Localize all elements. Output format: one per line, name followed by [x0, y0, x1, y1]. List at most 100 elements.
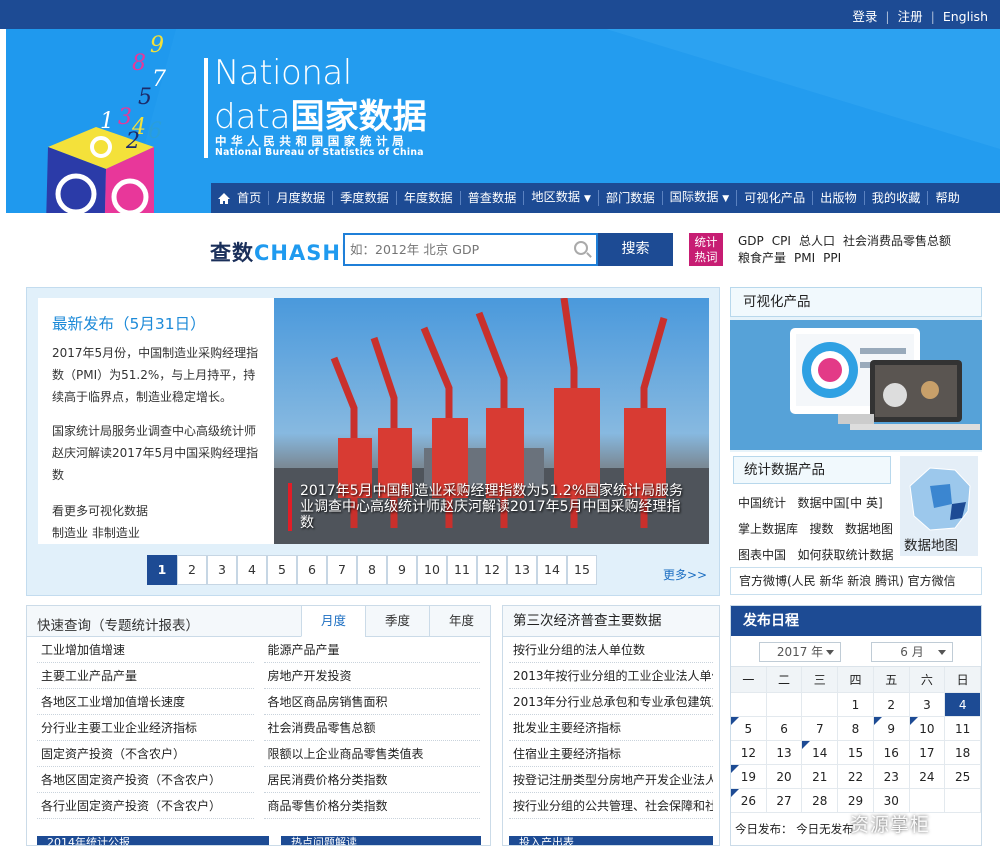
- year-select[interactable]: 2017 年: [759, 642, 841, 662]
- list-item[interactable]: 2013年分行业总承包和专业承包建筑业: [509, 689, 713, 715]
- list-item[interactable]: 固定资产投资（不含农户）: [37, 741, 254, 767]
- tab-quarterly[interactable]: 季度: [365, 606, 429, 637]
- calendar-day[interactable]: 23: [873, 765, 910, 789]
- page-button[interactable]: 5: [267, 555, 297, 585]
- calendar-day[interactable]: 21: [802, 765, 839, 789]
- search-button[interactable]: 搜索: [598, 233, 673, 266]
- list-item[interactable]: 各地区固定资产投资（不含农户）: [37, 767, 254, 793]
- stats-link[interactable]: 中国统计: [738, 496, 786, 510]
- list-item[interactable]: 按登记注册类型分房地产开发企业法人: [509, 767, 713, 793]
- list-item[interactable]: 商品零售价格分类指数: [263, 793, 480, 819]
- register-link[interactable]: 注册: [890, 6, 931, 25]
- photo-caption[interactable]: 2017年5月中国制造业采购经理指数为51.2%国家统计局服务业调查中心高级统计…: [288, 483, 688, 531]
- stats-title[interactable]: 统计数据产品: [733, 456, 891, 484]
- nav-favorites[interactable]: 我的收藏: [865, 191, 929, 205]
- viz-title[interactable]: 可视化产品: [730, 287, 982, 317]
- industry-links[interactable]: 制造业 非制造业: [52, 522, 260, 544]
- calendar-day-today[interactable]: 4: [945, 693, 981, 717]
- official-weibo[interactable]: 官方微博(人民 新华 新浪 腾讯) 官方微信: [730, 567, 982, 595]
- hot-word[interactable]: PMI: [794, 251, 815, 265]
- data-map-thumbnail[interactable]: 数据地图: [900, 456, 978, 556]
- more-link[interactable]: 更多>>: [663, 566, 707, 583]
- list-item[interactable]: 能源产品产量: [263, 637, 480, 663]
- stats-link[interactable]: 搜数: [809, 522, 833, 536]
- page-button[interactable]: 12: [477, 555, 507, 585]
- tab-annual[interactable]: 年度: [429, 606, 490, 637]
- nav-quarterly[interactable]: 季度数据: [333, 191, 397, 205]
- stats-link[interactable]: 掌上数据库: [738, 522, 798, 536]
- list-item[interactable]: 社会消费品零售总额: [263, 715, 480, 741]
- english-link[interactable]: English: [935, 9, 996, 24]
- search-input[interactable]: [345, 235, 565, 264]
- input-output-header[interactable]: 投入产出表: [509, 836, 713, 845]
- calendar-day[interactable]: 26: [731, 789, 767, 813]
- calendar-day[interactable]: 20: [766, 765, 803, 789]
- nav-regional[interactable]: 地区数据 ▼: [524, 190, 599, 206]
- calendar-day[interactable]: 9: [873, 717, 910, 741]
- nav-monthly[interactable]: 月度数据: [269, 191, 334, 205]
- calendar-day[interactable]: 25: [945, 765, 981, 789]
- hot-topics-header[interactable]: 热点问题解读: [281, 836, 481, 845]
- nav-visualization[interactable]: 可视化产品: [737, 191, 814, 205]
- stats-link[interactable]: 如何获取统计数据: [797, 548, 893, 562]
- nav-annual[interactable]: 年度数据: [397, 191, 461, 205]
- calendar-day[interactable]: 15: [838, 741, 874, 765]
- nav-census[interactable]: 普查数据: [461, 191, 525, 205]
- page-button[interactable]: 1: [147, 555, 177, 585]
- calendar-day[interactable]: 14: [802, 741, 839, 765]
- calendar-day[interactable]: 3: [909, 693, 946, 717]
- list-item[interactable]: 按行业分组的公共管理、社会保障和社: [509, 793, 713, 819]
- list-item[interactable]: 按行业分组的法人单位数: [509, 637, 713, 663]
- list-item[interactable]: 批发业主要经济指标: [509, 715, 713, 741]
- page-button[interactable]: 10: [417, 555, 447, 585]
- page-button[interactable]: 15: [567, 555, 597, 585]
- calendar-day[interactable]: 12: [731, 741, 767, 765]
- nav-international[interactable]: 国际数据 ▼: [663, 190, 738, 206]
- hot-word[interactable]: CPI: [772, 234, 791, 248]
- calendar-day[interactable]: 8: [838, 717, 874, 741]
- viz-devices-image[interactable]: [730, 320, 982, 450]
- calendar-day[interactable]: 7: [802, 717, 839, 741]
- port-cranes-photo[interactable]: 2017年5月中国制造业采购经理指数为51.2%国家统计局服务业调查中心高级统计…: [274, 298, 709, 544]
- nav-department[interactable]: 部门数据: [599, 191, 663, 205]
- list-item[interactable]: 限额以上企业商品零售类值表: [263, 741, 480, 767]
- stats-link[interactable]: 数据地图: [845, 522, 893, 536]
- tab-monthly[interactable]: 月度: [301, 606, 365, 637]
- list-item[interactable]: 主要工业产品产量: [37, 663, 254, 689]
- calendar-day[interactable]: 19: [731, 765, 767, 789]
- page-button[interactable]: 8: [357, 555, 387, 585]
- list-item[interactable]: 各行业固定资产投资（不含农户）: [37, 793, 254, 819]
- page-button[interactable]: 7: [327, 555, 357, 585]
- news-interpretation[interactable]: 国家统计局服务业调查中心高级统计师赵庆河解读2017年5月中国采购经理指数: [52, 420, 260, 486]
- page-button[interactable]: 9: [387, 555, 417, 585]
- calendar-day[interactable]: 5: [731, 717, 767, 741]
- list-item[interactable]: 房地产开发投资: [263, 663, 480, 689]
- list-item[interactable]: 工业增加值增速: [37, 637, 254, 663]
- list-item[interactable]: 2013年按行业分组的工业企业法人单位: [509, 663, 713, 689]
- calendar-day[interactable]: 1: [838, 693, 874, 717]
- page-button[interactable]: 13: [507, 555, 537, 585]
- list-item[interactable]: 各地区工业增加值增长速度: [37, 689, 254, 715]
- calendar-day[interactable]: 6: [766, 717, 803, 741]
- page-button[interactable]: 3: [207, 555, 237, 585]
- calendar-day[interactable]: 18: [945, 741, 981, 765]
- search-icon[interactable]: [574, 241, 588, 255]
- calendar-day[interactable]: 17: [909, 741, 946, 765]
- page-button[interactable]: 4: [237, 555, 267, 585]
- news-title[interactable]: 最新发布（5月31日）: [52, 312, 260, 334]
- calendar-day[interactable]: 27: [766, 789, 803, 813]
- stats-link[interactable]: 图表中国: [738, 548, 786, 562]
- hot-word[interactable]: 社会消费品零售总额: [843, 234, 951, 248]
- hot-word[interactable]: GDP: [738, 234, 764, 248]
- page-button[interactable]: 6: [297, 555, 327, 585]
- calendar-day[interactable]: 13: [766, 741, 803, 765]
- calendar-day[interactable]: 2: [873, 693, 910, 717]
- hot-word[interactable]: 粮食产量: [738, 251, 786, 265]
- news-summary[interactable]: 2017年5月份，中国制造业采购经理指数（PMI）为51.2%，与上月持平，持续…: [52, 342, 260, 408]
- page-button[interactable]: 14: [537, 555, 567, 585]
- calendar-day[interactable]: 16: [873, 741, 910, 765]
- nav-publications[interactable]: 出版物: [813, 191, 865, 205]
- stats-link[interactable]: 数据中国[中 英]: [797, 496, 882, 510]
- page-button[interactable]: 2: [177, 555, 207, 585]
- calendar-day[interactable]: 22: [838, 765, 874, 789]
